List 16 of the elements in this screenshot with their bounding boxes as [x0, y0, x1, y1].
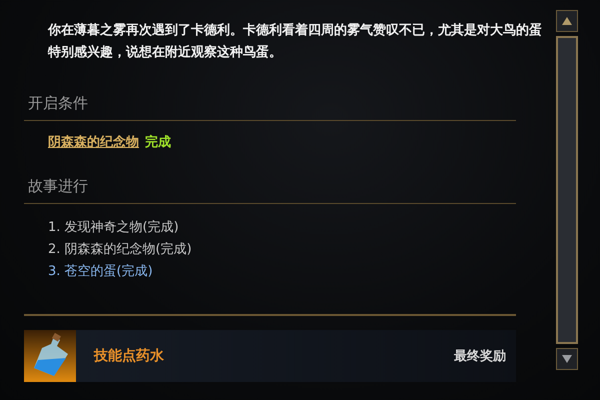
scroll-down-button[interactable]: [556, 348, 578, 370]
reward-name: 技能点药水: [94, 347, 164, 365]
down-arrow-icon: [562, 355, 572, 363]
up-arrow-icon: [562, 17, 572, 25]
quest-description: 你在薄暮之雾再次遇到了卡德利。卡德利看着四周的雾气赞叹不已，尤其是对大鸟的蛋特别感兴趣，说想在附近观察这种鸟蛋。: [46, 22, 543, 62]
story-step: 1. 发现神奇之物(完成): [48, 218, 179, 236]
scrollbar-thumb[interactable]: [556, 36, 578, 344]
condition-link[interactable]: 阴森森的纪念物: [48, 133, 139, 151]
potion-icon: [24, 330, 76, 382]
section-heading: 故事进行: [24, 177, 516, 204]
story-step: 3. 苍空的蛋(完成): [48, 262, 153, 280]
story-step: 2. 阴森森的纪念物(完成): [48, 240, 192, 258]
condition-status: 完成: [145, 134, 171, 151]
reward-label: 最终奖励: [454, 348, 506, 365]
scroll-up-button[interactable]: [556, 10, 578, 32]
section-heading: 开启条件: [24, 94, 516, 121]
